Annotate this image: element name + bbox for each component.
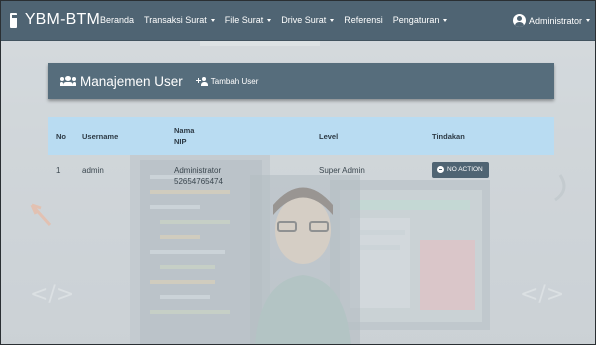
header-no: No xyxy=(56,131,66,141)
table-header-row: No Username Nama NIP Level Tindakan xyxy=(48,117,554,155)
cell-level: Super Admin xyxy=(319,166,365,175)
cell-name-nip: Administrator 52654765474 xyxy=(166,155,311,187)
header-level: Level xyxy=(319,131,339,141)
minus-circle-icon xyxy=(437,166,444,173)
header-username: Username xyxy=(82,131,119,141)
header-name: Nama xyxy=(174,126,195,135)
add-user-icon xyxy=(195,76,208,86)
caret-down-icon xyxy=(267,18,272,22)
cell-action: NO ACTION xyxy=(424,155,554,187)
nav-item-label: Drive Surat xyxy=(281,15,327,25)
header-action: Tindakan xyxy=(432,131,465,141)
nav-item-beranda[interactable]: Beranda xyxy=(100,15,134,25)
no-action-label: NO ACTION xyxy=(447,166,483,173)
caret-down-icon xyxy=(210,18,215,22)
caret-down-icon xyxy=(443,18,448,22)
nav-item-pengaturan[interactable]: Pengaturan xyxy=(393,15,448,25)
no-action-button[interactable]: NO ACTION xyxy=(432,161,489,178)
nav-item-label: Beranda xyxy=(100,15,135,25)
cell-no: 1 xyxy=(56,166,61,175)
page-title: Manajemen User xyxy=(80,73,183,89)
nav-item-label: Pengaturan xyxy=(392,15,440,25)
user-name: Administrator xyxy=(528,15,582,26)
top-navbar: YBM-BTM Beranda Transaksi Surat File Sur… xyxy=(0,0,596,41)
nav-item-label: Transaksi Surat xyxy=(144,15,207,25)
caret-down-icon xyxy=(330,18,335,22)
cell-name: Administrator xyxy=(174,166,222,175)
nav-item-label: Referensi xyxy=(344,15,383,25)
nav-item-drive-surat[interactable]: Drive Surat xyxy=(281,15,335,25)
brand[interactable]: YBM-BTM xyxy=(0,0,100,41)
brand-name: YBM-BTM xyxy=(24,11,100,28)
cell-nip: 52654765474 xyxy=(174,177,223,186)
nav-item-label: File Surat xyxy=(224,15,264,25)
nav-item-transaksi-surat[interactable]: Transaksi Surat xyxy=(144,15,215,25)
header-nip: NIP xyxy=(174,137,187,146)
add-user-button[interactable]: Tambah User xyxy=(195,76,259,86)
users-group-icon xyxy=(60,76,76,86)
account-circle-icon xyxy=(512,14,526,27)
nav-item-file-surat[interactable]: File Surat xyxy=(225,15,272,25)
cell-username: admin xyxy=(82,166,104,175)
user-table-container: No Username Nama NIP Level Tindakan 1 ad… xyxy=(48,117,554,187)
nav-menu: Beranda Transaksi Surat File Surat Drive… xyxy=(100,0,457,41)
document-icon xyxy=(10,12,18,28)
header-name-nip: Nama NIP xyxy=(166,117,311,155)
table-row: 1 admin Administrator 52654765474 Super … xyxy=(48,155,554,187)
nav-item-referensi[interactable]: Referensi xyxy=(344,15,383,25)
caret-down-icon xyxy=(586,19,590,22)
user-table: No Username Nama NIP Level Tindakan 1 ad… xyxy=(48,117,554,187)
add-user-label: Tambah User xyxy=(210,76,259,86)
user-menu[interactable]: Administrator xyxy=(512,0,590,41)
panel-header: Manajemen User Tambah User xyxy=(48,63,554,99)
